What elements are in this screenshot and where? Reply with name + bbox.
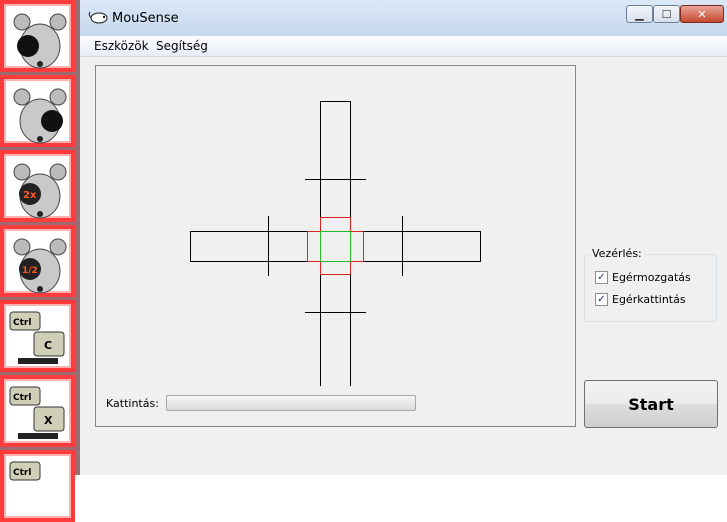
ctrl-c-icon: Ctrl C: [9, 311, 65, 364]
mouse-right-click-tile[interactable]: [0, 75, 75, 147]
client-area: Kattintás: Vezérlés: ✓ Egérmozgatás ✓ Eg…: [80, 57, 727, 475]
menu-tools[interactable]: Eszközök: [94, 39, 149, 53]
app-mouse-icon: [88, 11, 108, 24]
close-icon: ✕: [697, 7, 707, 21]
c-key-label: C: [44, 339, 52, 352]
click-label: Kattintás:: [106, 397, 159, 410]
ctrl-x-icon: Ctrl X: [9, 386, 65, 439]
mouse-double-click-icon: 2x: [13, 163, 67, 219]
mousense-window: MouSense ▁ ☐ ✕ Eszközök Segítség Kattint…: [79, 0, 727, 475]
menu-bar: Eszközök Segítség: [80, 36, 727, 57]
mouse-move-checkbox[interactable]: ✓: [595, 271, 608, 284]
maximize-icon: ☐: [661, 7, 672, 21]
crosshair-diagram: [190, 101, 481, 386]
ctrl-key-label: Ctrl: [13, 468, 31, 478]
mouse-click-label: Egérkattintás: [612, 293, 686, 306]
minimize-icon: ▁: [635, 7, 644, 21]
mouse-click-checkbox[interactable]: ✓: [595, 293, 608, 306]
start-label: Start: [628, 394, 674, 414]
mouse-move-label: Egérmozgatás: [612, 271, 691, 284]
close-button[interactable]: ✕: [680, 5, 724, 23]
double-click-glyph: 2x: [23, 190, 37, 201]
x-key-label: X: [44, 414, 53, 427]
control-legend: Vezérlés:: [590, 247, 644, 260]
window-title: MouSense: [112, 11, 179, 26]
menu-help[interactable]: Segítség: [156, 39, 208, 53]
click-progress-bar: [166, 395, 416, 411]
mouse-double-click-tile[interactable]: 2x: [0, 150, 75, 222]
maximize-button[interactable]: ☐: [653, 5, 680, 23]
mouse-move-option[interactable]: ✓ Egérmozgatás: [595, 271, 691, 284]
ctrl-v-icon: Ctrl: [9, 461, 41, 481]
mouse-click-option[interactable]: ✓ Egérkattintás: [595, 293, 686, 306]
ctrl-c-tile[interactable]: Ctrl C: [0, 300, 75, 372]
ctrl-x-tile[interactable]: Ctrl X: [0, 375, 75, 447]
control-groupbox: Vezérlés: ✓ Egérmozgatás ✓ Egérkattintás: [584, 247, 717, 322]
ctrl-key-label: Ctrl: [13, 318, 31, 328]
mouse-left-click-icon: [13, 13, 67, 69]
gesture-toolbar: 2x 1/2 Ctrl C Ctrl X Ctrl: [0, 0, 79, 522]
mouse-left-click-tile[interactable]: [0, 0, 75, 72]
title-bar[interactable]: MouSense ▁ ☐ ✕: [80, 0, 727, 36]
calibration-panel[interactable]: Kattintás:: [95, 65, 576, 427]
minimize-button[interactable]: ▁: [626, 5, 653, 23]
start-button[interactable]: Start: [584, 380, 718, 428]
ctrl-v-tile[interactable]: Ctrl: [0, 450, 75, 522]
half-click-glyph: 1/2: [22, 266, 38, 276]
mouse-half-click-icon: 1/2: [13, 238, 67, 294]
ctrl-key-label: Ctrl: [13, 393, 31, 403]
mouse-right-click-icon: [13, 88, 67, 144]
mouse-half-click-tile[interactable]: 1/2: [0, 225, 75, 297]
